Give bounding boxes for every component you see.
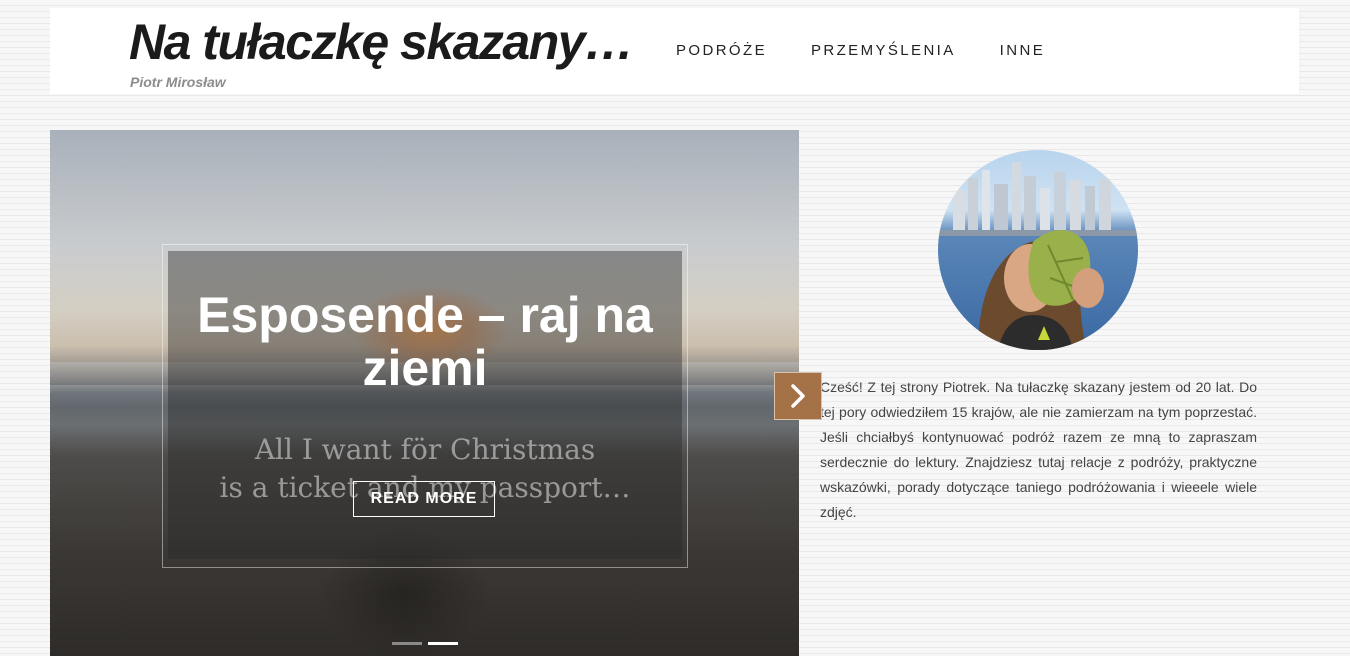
slider-dot-1[interactable]	[392, 642, 422, 645]
slide-title[interactable]: Esposende – raj na ziemi	[168, 289, 682, 395]
featured-slider: Esposende – raj na ziemi All I want för …	[50, 130, 799, 656]
slide-caption: Esposende – raj na ziemi All I want för …	[168, 251, 682, 559]
nav-item-przemyslenia[interactable]: PRZEMYŚLENIA	[811, 42, 956, 59]
author-avatar	[938, 150, 1138, 350]
slider-pagination	[392, 642, 464, 645]
site-header: Na tułaczkę skazany… Piotr Mirosław PODR…	[50, 8, 1299, 94]
chevron-right-icon	[791, 384, 805, 408]
about-text: Cześć! Z tej strony Piotrek. Na tułaczkę…	[820, 379, 1257, 520]
site-title[interactable]: Na tułaczkę skazany…	[129, 12, 634, 72]
nav-item-podroze[interactable]: PODRÓŻE	[676, 42, 767, 59]
photo-text-line-1: All I want för Christmas	[254, 433, 596, 466]
nav-item-inne[interactable]: INNE	[1000, 42, 1045, 59]
slider-dot-2[interactable]	[428, 642, 458, 645]
read-more-button[interactable]: READ MORE	[353, 481, 495, 517]
author-photo	[938, 162, 1138, 350]
site-subtitle: Piotr Mirosław	[130, 74, 226, 90]
slider-next-button[interactable]	[774, 372, 822, 420]
main-nav: PODRÓŻE PRZEMYŚLENIA INNE	[676, 42, 1089, 59]
